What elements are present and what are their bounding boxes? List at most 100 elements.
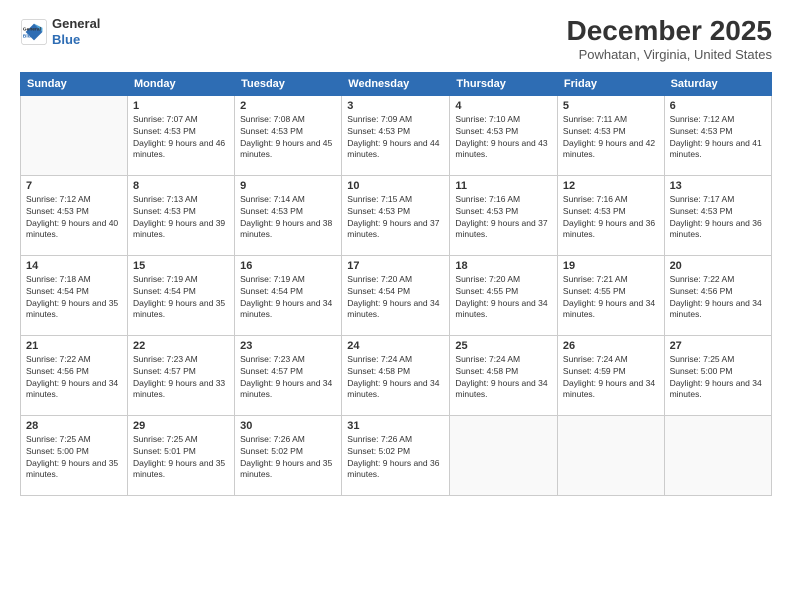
day-info: Sunrise: 7:14 AMSunset: 4:53 PMDaylight:…: [240, 194, 336, 242]
day-info: Sunrise: 7:24 AMSunset: 4:58 PMDaylight:…: [347, 354, 444, 402]
day-number: 23: [240, 340, 336, 352]
week-row-5: 28 Sunrise: 7:25 AMSunset: 5:00 PMDayligh…: [21, 415, 772, 495]
day-number: 26: [563, 340, 659, 352]
day-info: Sunrise: 7:25 AMSunset: 5:01 PMDaylight:…: [133, 434, 229, 482]
calendar-cell: 2 Sunrise: 7:08 AMSunset: 4:53 PMDaylight…: [235, 95, 342, 175]
calendar-cell: [664, 415, 771, 495]
day-number: 5: [563, 100, 659, 112]
calendar-cell: 14 Sunrise: 7:18 AMSunset: 4:54 PMDayligh…: [21, 255, 128, 335]
logo-text: General Blue: [52, 16, 100, 47]
day-number: 20: [670, 260, 766, 272]
week-row-3: 14 Sunrise: 7:18 AMSunset: 4:54 PMDayligh…: [21, 255, 772, 335]
day-number: 10: [347, 180, 444, 192]
weekday-wednesday: Wednesday: [342, 72, 450, 95]
logo-icon: General Blue: [20, 18, 48, 46]
day-info: Sunrise: 7:19 AMSunset: 4:54 PMDaylight:…: [240, 274, 336, 322]
month-title: December 2025: [567, 16, 772, 47]
calendar-cell: 25Sunrise: 7:24 AMSunset: 4:58 PMDayligh…: [450, 335, 558, 415]
calendar-cell: 21 Sunrise: 7:22 AMSunset: 4:56 PMDayligh…: [21, 335, 128, 415]
location: Powhatan, Virginia, United States: [567, 47, 772, 62]
logo-line2: Blue: [52, 32, 100, 48]
calendar-cell: 27 Sunrise: 7:25 AMSunset: 5:00 PMDayligh…: [664, 335, 771, 415]
weekday-sunday: Sunday: [21, 72, 128, 95]
day-info: Sunrise: 7:12 AMSunset: 4:53 PMDaylight:…: [670, 114, 766, 162]
day-number: 31: [347, 420, 444, 432]
day-info: Sunrise: 7:08 AMSunset: 4:53 PMDaylight:…: [240, 114, 336, 162]
day-info: Sunrise: 7:09 AMSunset: 4:53 PMDaylight:…: [347, 114, 444, 162]
calendar-cell: 18 Sunrise: 7:20 AMSunset: 4:55 PMDayligh…: [450, 255, 558, 335]
header: General Blue General Blue December 2025 …: [20, 16, 772, 62]
calendar-cell: 7 Sunrise: 7:12 AMSunset: 4:53 PMDaylight…: [21, 175, 128, 255]
calendar-cell: 3 Sunrise: 7:09 AMSunset: 4:53 PMDaylight…: [342, 95, 450, 175]
day-number: 15: [133, 260, 229, 272]
day-number: 27: [670, 340, 766, 352]
svg-text:General: General: [23, 26, 42, 32]
day-info: Sunrise: 7:26 AMSunset: 5:02 PMDaylight:…: [240, 434, 336, 482]
day-number: 8: [133, 180, 229, 192]
day-info: Sunrise: 7:15 AMSunset: 4:53 PMDaylight:…: [347, 194, 444, 242]
week-row-2: 7 Sunrise: 7:12 AMSunset: 4:53 PMDaylight…: [21, 175, 772, 255]
day-number: 7: [26, 180, 122, 192]
day-number: 21: [26, 340, 122, 352]
calendar-cell: 19 Sunrise: 7:21 AMSunset: 4:55 PMDayligh…: [557, 255, 664, 335]
day-info: Sunrise: 7:21 AMSunset: 4:55 PMDaylight:…: [563, 274, 659, 322]
title-block: December 2025 Powhatan, Virginia, United…: [567, 16, 772, 62]
week-row-4: 21 Sunrise: 7:22 AMSunset: 4:56 PMDayligh…: [21, 335, 772, 415]
day-number: 16: [240, 260, 336, 272]
svg-text:Blue: Blue: [23, 33, 34, 39]
day-number: 29: [133, 420, 229, 432]
day-info: Sunrise: 7:24 AMSunset: 4:59 PMDaylight:…: [563, 354, 659, 402]
weekday-saturday: Saturday: [664, 72, 771, 95]
day-number: 19: [563, 260, 659, 272]
day-number: 14: [26, 260, 122, 272]
day-info: Sunrise: 7:22 AMSunset: 4:56 PMDaylight:…: [26, 354, 122, 402]
day-number: 18: [455, 260, 552, 272]
day-info: Sunrise: 7:20 AMSunset: 4:55 PMDaylight:…: [455, 274, 552, 322]
weekday-friday: Friday: [557, 72, 664, 95]
day-info: Sunrise: 7:23 AMSunset: 4:57 PMDaylight:…: [240, 354, 336, 402]
calendar-cell: 28 Sunrise: 7:25 AMSunset: 5:00 PMDayligh…: [21, 415, 128, 495]
day-info: Sunrise: 7:18 AMSunset: 4:54 PMDaylight:…: [26, 274, 122, 322]
day-number: 3: [347, 100, 444, 112]
page: General Blue General Blue December 2025 …: [0, 0, 792, 612]
calendar-cell: 11Sunrise: 7:16 AMSunset: 4:53 PMDayligh…: [450, 175, 558, 255]
day-number: 1: [133, 100, 229, 112]
calendar-cell: [557, 415, 664, 495]
calendar-cell: 9 Sunrise: 7:14 AMSunset: 4:53 PMDaylight…: [235, 175, 342, 255]
calendar-cell: 24Sunrise: 7:24 AMSunset: 4:58 PMDayligh…: [342, 335, 450, 415]
day-info: Sunrise: 7:25 AMSunset: 5:00 PMDaylight:…: [26, 434, 122, 482]
day-info: Sunrise: 7:16 AMSunset: 4:53 PMDaylight:…: [563, 194, 659, 242]
day-number: 11: [455, 180, 552, 192]
calendar-cell: 10 Sunrise: 7:15 AMSunset: 4:53 PMDayligh…: [342, 175, 450, 255]
calendar-cell: 17Sunrise: 7:20 AMSunset: 4:54 PMDayligh…: [342, 255, 450, 335]
calendar-cell: 26 Sunrise: 7:24 AMSunset: 4:59 PMDayligh…: [557, 335, 664, 415]
calendar-cell: 20Sunrise: 7:22 AMSunset: 4:56 PMDayligh…: [664, 255, 771, 335]
day-info: Sunrise: 7:17 AMSunset: 4:53 PMDaylight:…: [670, 194, 766, 242]
day-number: 22: [133, 340, 229, 352]
calendar: SundayMondayTuesdayWednesdayThursdayFrid…: [20, 72, 772, 496]
calendar-cell: 15Sunrise: 7:19 AMSunset: 4:54 PMDayligh…: [128, 255, 235, 335]
calendar-cell: 12Sunrise: 7:16 AMSunset: 4:53 PMDayligh…: [557, 175, 664, 255]
weekday-monday: Monday: [128, 72, 235, 95]
calendar-cell: 13Sunrise: 7:17 AMSunset: 4:53 PMDayligh…: [664, 175, 771, 255]
calendar-cell: 22Sunrise: 7:23 AMSunset: 4:57 PMDayligh…: [128, 335, 235, 415]
day-number: 17: [347, 260, 444, 272]
calendar-cell: 4 Sunrise: 7:10 AMSunset: 4:53 PMDaylight…: [450, 95, 558, 175]
day-info: Sunrise: 7:25 AMSunset: 5:00 PMDaylight:…: [670, 354, 766, 402]
day-info: Sunrise: 7:26 AMSunset: 5:02 PMDaylight:…: [347, 434, 444, 482]
day-number: 30: [240, 420, 336, 432]
calendar-cell: [450, 415, 558, 495]
day-info: Sunrise: 7:12 AMSunset: 4:53 PMDaylight:…: [26, 194, 122, 242]
day-number: 28: [26, 420, 122, 432]
logo: General Blue General Blue: [20, 16, 100, 47]
weekday-tuesday: Tuesday: [235, 72, 342, 95]
day-info: Sunrise: 7:10 AMSunset: 4:53 PMDaylight:…: [455, 114, 552, 162]
calendar-cell: 23 Sunrise: 7:23 AMSunset: 4:57 PMDayligh…: [235, 335, 342, 415]
day-info: Sunrise: 7:11 AMSunset: 4:53 PMDaylight:…: [563, 114, 659, 162]
day-info: Sunrise: 7:13 AMSunset: 4:53 PMDaylight:…: [133, 194, 229, 242]
day-number: 4: [455, 100, 552, 112]
logo-line1: General: [52, 16, 100, 32]
calendar-cell: [21, 95, 128, 175]
day-number: 2: [240, 100, 336, 112]
day-number: 9: [240, 180, 336, 192]
